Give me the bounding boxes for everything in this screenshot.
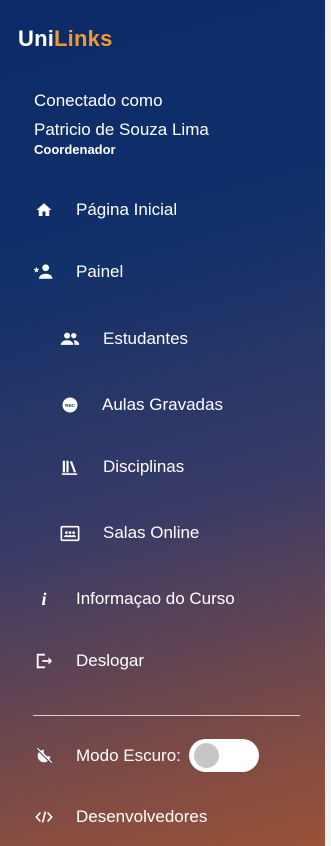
nav-item-online-rooms[interactable]: Salas Online xyxy=(59,517,199,549)
nav-item-recorded-classes[interactable]: REC Aulas Gravadas xyxy=(59,389,223,421)
code-icon xyxy=(33,806,55,828)
classroom-screen-icon xyxy=(59,522,81,544)
nav-item-developers-label: Desenvolvedores xyxy=(76,807,208,826)
dark-mode-label: Modo Escuro: xyxy=(76,745,181,765)
user-role: Coordenador xyxy=(34,142,116,157)
rec-icon: REC xyxy=(59,394,81,416)
divider xyxy=(33,715,300,716)
person-star-icon xyxy=(33,261,55,283)
nav-item-recorded-classes-label: Aulas Gravadas xyxy=(102,395,223,414)
nav-item-course-info-label: Informaçao do Curso xyxy=(76,589,235,608)
people-icon xyxy=(59,328,81,350)
dark-mode-toggle-knob xyxy=(193,743,219,768)
nav-item-students[interactable]: Estudantes xyxy=(59,323,188,355)
home-icon xyxy=(33,199,55,221)
brand-logo[interactable]: UniLinks xyxy=(18,26,113,52)
logout-icon xyxy=(33,650,55,672)
nav-item-online-rooms-label: Salas Online xyxy=(103,523,200,542)
info-icon: i xyxy=(41,588,47,609)
connected-as-label: Conectado como xyxy=(34,91,163,110)
user-name: Patricio de Souza Lima xyxy=(34,120,209,139)
user-info: Conectado como Patricio de Souza Lima xyxy=(34,86,209,144)
nav-item-course-info[interactable]: i Informaçao do Curso xyxy=(33,583,235,615)
nav-item-subjects-label: Disciplinas xyxy=(103,457,185,476)
nav-item-home-label: Página Inicial xyxy=(76,200,178,219)
dark-mode-toggle[interactable] xyxy=(188,739,259,772)
nav-item-developers[interactable]: Desenvolvedores xyxy=(33,801,207,833)
dark-mode-off-icon xyxy=(33,745,55,767)
sidebar: UniLinks Conectado como Patricio de Souz… xyxy=(0,0,325,846)
nav-item-subjects[interactable]: Disciplinas xyxy=(59,451,184,483)
nav-item-logout-label: Deslogar xyxy=(76,651,145,670)
nav-item-panel[interactable]: Painel xyxy=(33,256,123,288)
nav-item-students-label: Estudantes xyxy=(103,329,189,348)
svg-text:REC: REC xyxy=(65,403,75,408)
nav-item-logout[interactable]: Deslogar xyxy=(33,645,144,677)
window-edge xyxy=(325,0,331,846)
dark-mode-row: Modo Escuro: xyxy=(33,739,259,772)
brand-name-part1: Uni xyxy=(18,26,55,51)
library-books-icon xyxy=(59,456,81,478)
nav-item-panel-label: Painel xyxy=(76,262,124,281)
brand-name-part2: Links xyxy=(54,26,113,51)
nav-item-home[interactable]: Página Inicial xyxy=(33,194,177,226)
